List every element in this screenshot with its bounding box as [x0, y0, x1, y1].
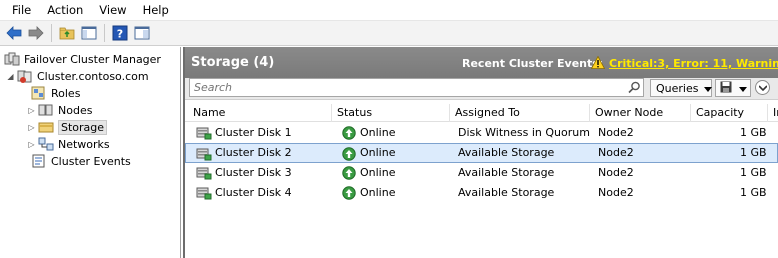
svg-text:?: ?: [117, 28, 123, 41]
disk-capacity: 1 GB: [740, 186, 767, 199]
tree-item-label: Failover Cluster Manager: [24, 52, 161, 66]
tree-item-label: Cluster.contoso.com: [37, 69, 149, 83]
disk-owner-node: Node2: [598, 166, 634, 179]
column-header-name[interactable]: Name: [189, 104, 332, 122]
disk-owner-node: Node2: [598, 186, 634, 199]
disk-assigned-to: Available Storage: [458, 146, 555, 159]
tree-item-storage[interactable]: ▷ Storage: [27, 119, 108, 135]
toolbar-separator: [51, 24, 52, 42]
show-hide-tree-icon[interactable]: [79, 23, 99, 43]
tree-item-label: Cluster Events: [51, 154, 131, 168]
table-row[interactable]: Cluster Disk 1 Online Disk Witness in Qu…: [185, 123, 778, 143]
queries-label: Queries: [656, 81, 699, 95]
disk-icon: [196, 126, 212, 143]
navigation-tree: Failover Cluster Manager ◢ Cluster.conto…: [0, 47, 181, 258]
tree-item-networks[interactable]: ▷ Networks: [27, 136, 110, 152]
search-input[interactable]: [189, 78, 644, 97]
queries-button[interactable]: Queries: [650, 79, 713, 97]
disk-name: Cluster Disk 4: [215, 186, 292, 199]
cluster-events-icon: [31, 154, 47, 168]
menu-view[interactable]: View: [91, 0, 134, 21]
table-row[interactable]: Cluster Disk 4 Online Available Storage …: [185, 183, 778, 203]
networks-icon: [38, 137, 54, 151]
menu-file[interactable]: File: [4, 0, 39, 21]
menu-help[interactable]: Help: [135, 0, 177, 21]
cluster-manager-icon: [4, 52, 20, 66]
toolbar-separator: [104, 24, 105, 42]
tree-item-failover-cluster-manager[interactable]: Failover Cluster Manager: [2, 51, 161, 67]
nodes-icon: [38, 103, 54, 117]
online-status-icon: [342, 126, 356, 143]
disk-owner-node: Node2: [598, 146, 634, 159]
online-status-icon: [342, 147, 356, 164]
disk-icon: [196, 186, 212, 203]
chevron-down-icon: [704, 82, 713, 95]
disk-assigned-to: Available Storage: [458, 186, 555, 199]
online-status-icon: [342, 166, 356, 183]
expand-arrow-icon[interactable]: ▷: [27, 140, 36, 149]
tree-item-label: Networks: [58, 137, 110, 151]
recent-events-label: Recent Cluster Events:: [462, 57, 604, 70]
tree-item-label: Storage: [58, 119, 108, 135]
collapse-toggle-button[interactable]: [755, 80, 770, 95]
search-bar: Queries: [185, 78, 778, 100]
cluster-events-link[interactable]: Critical:3, Error: 11, Warning: 1: [609, 57, 778, 70]
expand-arrow-icon[interactable]: ▷: [27, 123, 36, 132]
column-header-status[interactable]: Status: [333, 104, 450, 122]
tree-item-roles[interactable]: Roles: [29, 85, 80, 101]
save-query-button[interactable]: [715, 79, 751, 97]
disk-status: Online: [360, 146, 396, 159]
expand-arrow-icon[interactable]: ▷: [27, 106, 36, 115]
column-header-owner-node[interactable]: Owner Node: [591, 104, 691, 122]
tree-item-cluster[interactable]: ◢ Cluster.contoso.com: [6, 68, 149, 84]
chevron-down-icon: [758, 84, 767, 91]
column-header-info[interactable]: In: [769, 104, 778, 122]
back-arrow-icon[interactable]: [4, 23, 24, 43]
online-status-icon: [342, 186, 356, 203]
disk-capacity: 1 GB: [740, 126, 767, 139]
tree-item-label: Nodes: [58, 103, 93, 117]
table-header: Name Status Assigned To Owner Node Capac…: [185, 104, 778, 122]
cluster-icon: [17, 69, 33, 83]
menu-action[interactable]: Action: [39, 0, 91, 21]
disk-name: Cluster Disk 2: [215, 146, 292, 159]
storage-icon: [38, 120, 54, 134]
warning-icon: [590, 55, 606, 72]
disk-status: Online: [360, 126, 396, 139]
table-row[interactable]: Cluster Disk 3 Online Available Storage …: [185, 163, 778, 183]
main-pane: Storage (4) Recent Cluster Events: Criti…: [183, 47, 778, 258]
disk-capacity: 1 GB: [740, 146, 767, 159]
disk-icon: [196, 166, 212, 183]
page-title: Storage (4): [191, 55, 275, 70]
disk-owner-node: Node2: [598, 126, 634, 139]
chevron-down-icon: [738, 82, 747, 95]
disk-capacity: 1 GB: [740, 166, 767, 179]
tree-item-nodes[interactable]: ▷ Nodes: [27, 102, 92, 118]
disk-assigned-to: Disk Witness in Quorum: [458, 126, 590, 139]
collapse-arrow-icon[interactable]: ◢: [6, 72, 15, 81]
action-pane-icon[interactable]: [132, 23, 152, 43]
disk-name: Cluster Disk 3: [215, 166, 292, 179]
menu-bar: File Action View Help: [0, 0, 778, 21]
help-icon[interactable]: ?: [110, 23, 130, 43]
disk-status: Online: [360, 166, 396, 179]
up-folder-icon[interactable]: [57, 23, 77, 43]
disk-assigned-to: Available Storage: [458, 166, 555, 179]
disk-status: Online: [360, 186, 396, 199]
column-header-capacity[interactable]: Capacity: [692, 104, 768, 122]
disk-icon: [196, 147, 212, 164]
disk-name: Cluster Disk 1: [215, 126, 292, 139]
save-icon: [720, 81, 732, 96]
roles-icon: [31, 86, 47, 100]
table-row-selected[interactable]: Cluster Disk 2 Online Available Storage …: [185, 143, 778, 163]
storage-header: Storage (4) Recent Cluster Events: Criti…: [185, 47, 778, 78]
column-header-assigned-to[interactable]: Assigned To: [451, 104, 590, 122]
forward-arrow-icon[interactable]: [26, 23, 46, 43]
tree-item-label: Roles: [51, 86, 81, 100]
toolbar: ?: [0, 21, 778, 46]
tree-item-cluster-events[interactable]: Cluster Events: [29, 153, 131, 169]
search-icon[interactable]: [628, 81, 641, 97]
